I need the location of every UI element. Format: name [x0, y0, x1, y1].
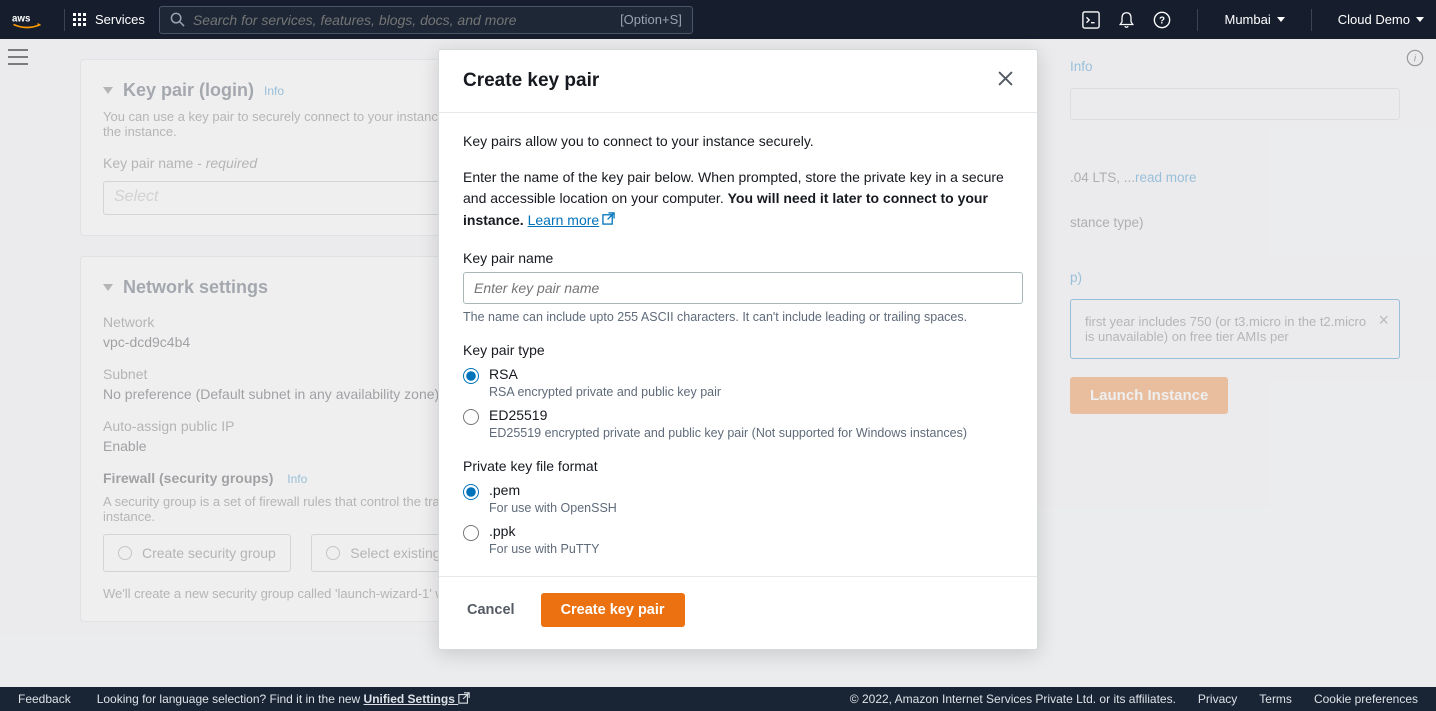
- bell-icon[interactable]: [1118, 11, 1135, 29]
- search-bar[interactable]: [Option+S]: [159, 6, 693, 34]
- search-icon: [170, 12, 185, 27]
- services-menu[interactable]: Services: [73, 12, 145, 27]
- svg-text:?: ?: [1159, 15, 1165, 26]
- aws-logo: aws: [12, 11, 42, 29]
- radio-input[interactable]: [463, 368, 479, 384]
- close-icon[interactable]: [998, 71, 1013, 91]
- type-ed25519-radio[interactable]: ED25519ED25519 encrypted private and pub…: [463, 407, 1013, 440]
- footer-bar: Feedback Looking for language selection?…: [0, 687, 1436, 711]
- cloudshell-icon[interactable]: [1082, 11, 1100, 29]
- key-pair-name-label: Key pair name: [463, 250, 1013, 266]
- region-selector[interactable]: Mumbai: [1224, 12, 1284, 27]
- format-ppk-radio[interactable]: .ppkFor use with PuTTY: [463, 523, 1013, 556]
- key-pair-name-input[interactable]: [463, 272, 1023, 304]
- key-pair-name-hint: The name can include upto 255 ASCII char…: [463, 310, 1013, 324]
- copyright-text: © 2022, Amazon Internet Services Private…: [850, 692, 1176, 706]
- modal-title: Create key pair: [463, 70, 599, 92]
- cancel-button[interactable]: Cancel: [463, 596, 519, 624]
- radio-input[interactable]: [463, 409, 479, 425]
- external-link-icon: [602, 210, 615, 232]
- chevron-down-icon: [1416, 17, 1424, 22]
- privacy-link[interactable]: Privacy: [1198, 692, 1237, 706]
- cookie-prefs-link[interactable]: Cookie preferences: [1314, 692, 1418, 706]
- modal-intro-1: Key pairs allow you to connect to your i…: [463, 131, 1013, 153]
- help-icon[interactable]: ?: [1153, 11, 1171, 29]
- radio-input[interactable]: [463, 525, 479, 541]
- services-grid-icon: [73, 13, 86, 26]
- search-shortcut: [Option+S]: [620, 12, 682, 27]
- learn-more-link[interactable]: Learn more: [528, 212, 616, 228]
- search-input[interactable]: [193, 12, 612, 28]
- type-rsa-radio[interactable]: RSARSA encrypted private and public key …: [463, 366, 1013, 399]
- feedback-link[interactable]: Feedback: [18, 692, 71, 706]
- create-key-pair-button[interactable]: Create key pair: [541, 593, 685, 627]
- format-pem-radio[interactable]: .pemFor use with OpenSSH: [463, 482, 1013, 515]
- unified-settings-link[interactable]: Unified Settings: [364, 692, 471, 706]
- services-label: Services: [95, 12, 145, 27]
- account-menu[interactable]: Cloud Demo: [1338, 12, 1424, 27]
- key-pair-type-label: Key pair type: [463, 342, 1013, 358]
- external-link-icon: [458, 692, 470, 704]
- lang-hint: Looking for language selection? Find it …: [97, 692, 471, 706]
- chevron-down-icon: [1277, 17, 1285, 22]
- radio-input[interactable]: [463, 484, 479, 500]
- divider: [1197, 9, 1198, 31]
- file-format-label: Private key file format: [463, 458, 1013, 474]
- divider: [64, 9, 65, 31]
- svg-text:aws: aws: [12, 13, 31, 24]
- terms-link[interactable]: Terms: [1259, 692, 1292, 706]
- modal-intro-2: Enter the name of the key pair below. Wh…: [463, 167, 1013, 232]
- create-key-pair-modal: Create key pair Key pairs allow you to c…: [438, 49, 1038, 650]
- top-nav: aws Services [Option+S] ? Mumbai Cloud D…: [0, 0, 1436, 39]
- divider: [1311, 9, 1312, 31]
